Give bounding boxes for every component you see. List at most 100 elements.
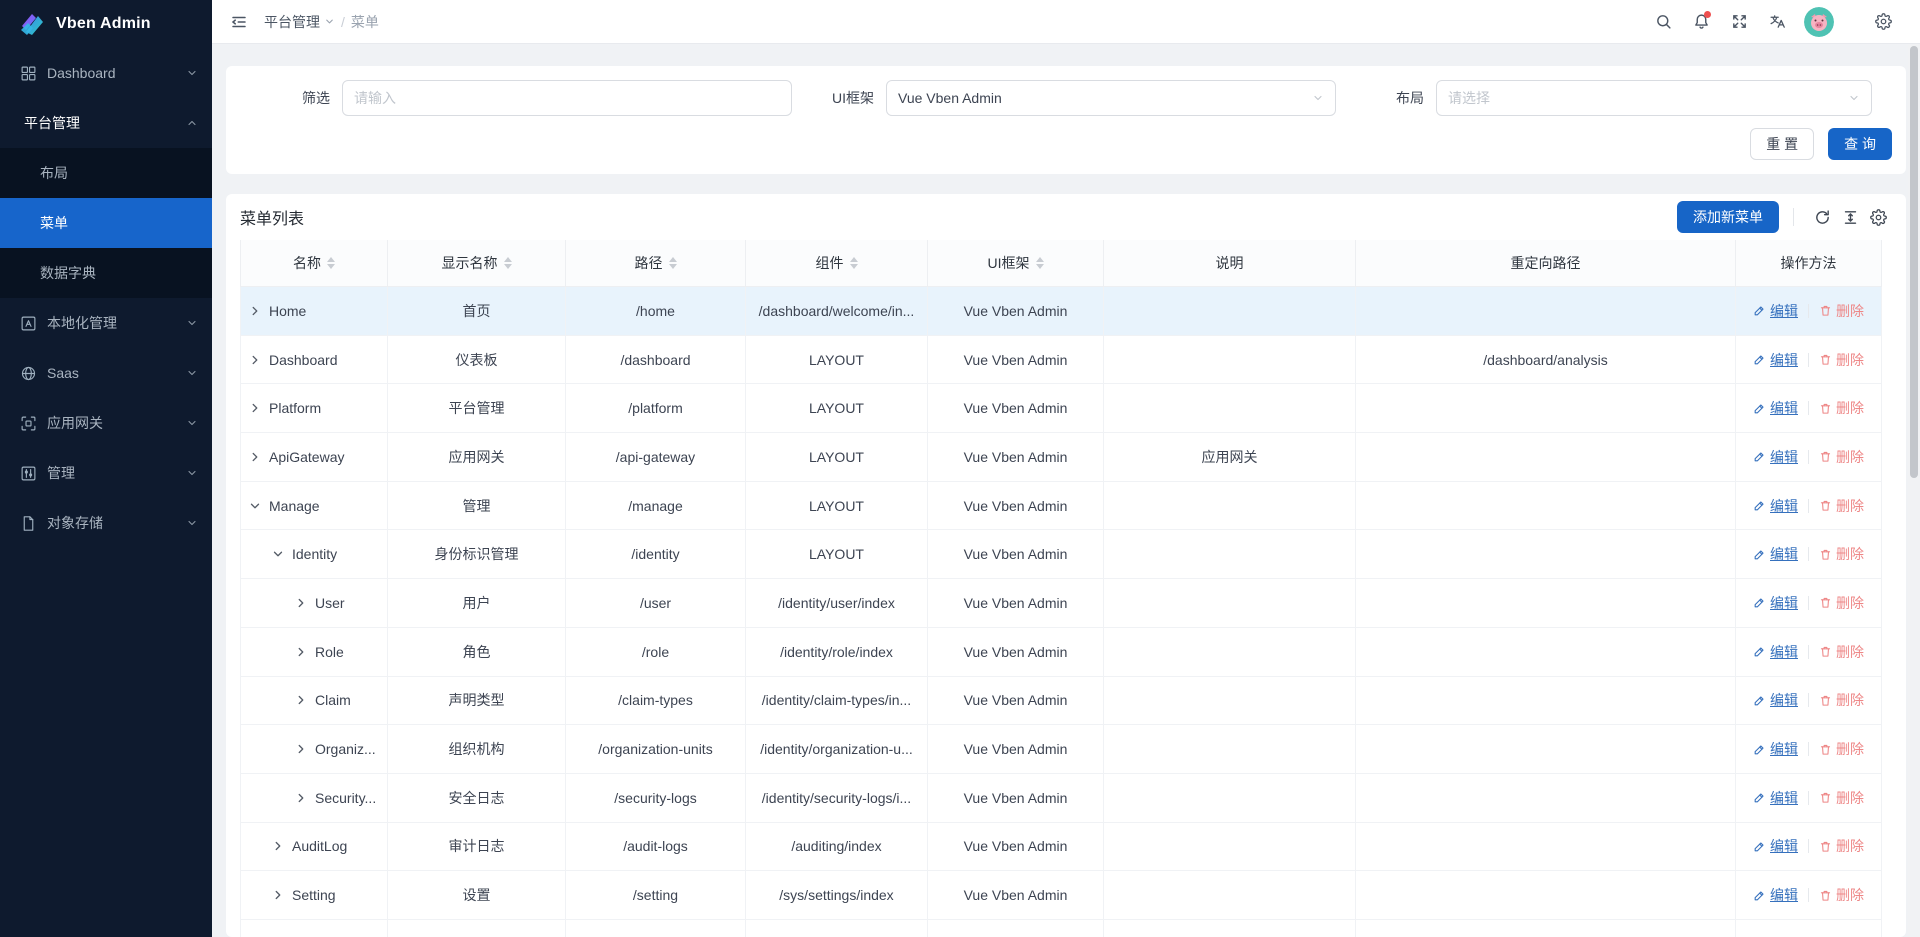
logo[interactable]: Vben Admin [0,0,212,48]
sort-icon[interactable] [1036,257,1044,269]
table-row[interactable]: Setting设置/setting/sys/settings/indexVue … [240,871,1892,920]
bell-icon[interactable] [1684,5,1718,39]
edit-button[interactable]: 编辑 [1753,350,1798,370]
table-row[interactable]: Security...安全日志/security-logs/identity/s… [240,774,1892,823]
delete-button[interactable]: 删除 [1819,398,1864,418]
table-row[interactable]: Platform平台管理/platformLAYOUTVue Vben Admi… [240,384,1892,433]
collapse-row-icon[interactable] [272,548,284,560]
filter-framework-select[interactable]: Vue Vben Admin [886,80,1336,116]
edit-button[interactable]: 编辑 [1753,544,1798,564]
delete-button[interactable]: 删除 [1819,544,1864,564]
delete-button[interactable]: 删除 [1819,788,1864,808]
table-row[interactable]: User用户/user/identity/user/indexVue Vben … [240,579,1892,628]
edit-button[interactable]: 编辑 [1753,836,1798,856]
delete-button[interactable]: 删除 [1819,447,1864,467]
refresh-icon[interactable] [1808,203,1836,231]
expand-row-icon[interactable] [249,402,261,414]
delete-button[interactable]: 删除 [1819,739,1864,759]
filter-layout-select[interactable]: 请选择 [1436,80,1872,116]
expand-row-icon[interactable] [295,597,307,609]
column-settings-icon[interactable] [1864,203,1892,231]
table-row[interactable]: Identity身份标识管理/identityLAYOUTVue Vben Ad… [240,530,1892,579]
column-header-组件[interactable]: 组件 [746,240,928,287]
search-button[interactable]: 查 询 [1828,128,1892,160]
filter-keyword-input[interactable] [342,80,792,116]
table-row[interactable] [240,920,1892,937]
add-menu-button[interactable]: 添加新菜单 [1677,201,1779,233]
expand-row-icon[interactable] [249,305,261,317]
column-header-UI框架[interactable]: UI框架 [928,240,1104,287]
expand-row-icon[interactable] [295,743,307,755]
sidebar-item-Saas[interactable]: Saas [0,348,212,398]
column-header-显示名称[interactable]: 显示名称 [388,240,566,287]
table-row[interactable]: Home首页/home/dashboard/welcome/in...Vue V… [240,287,1892,336]
keyword-input[interactable] [354,90,780,106]
sidebar-item-本地化管理[interactable]: 本地化管理 [0,298,212,348]
translate-icon[interactable] [1760,5,1794,39]
breadcrumb-parent[interactable]: 平台管理 [264,12,335,32]
table-row[interactable]: Claim声明类型/claim-types/identity/claim-typ… [240,677,1892,726]
expand-row-icon[interactable] [272,889,284,901]
sidebar-item-数据字典[interactable]: 数据字典 [0,248,212,298]
delete-button[interactable]: 删除 [1819,350,1864,370]
edit-button[interactable]: 编辑 [1753,593,1798,613]
expand-row-icon[interactable] [295,694,307,706]
sidebar-item-应用网关[interactable]: 应用网关 [0,398,212,448]
edit-button[interactable]: 编辑 [1753,496,1798,516]
delete-button[interactable]: 删除 [1819,642,1864,662]
table-row[interactable]: AuditLog审计日志/audit-logs/auditing/indexVu… [240,823,1892,872]
display-name-cell-value: 角色 [463,642,491,662]
sidebar-item-布局[interactable]: 布局 [0,148,212,198]
sort-icon[interactable] [504,257,512,269]
expand-row-icon[interactable] [295,792,307,804]
panel-title: 菜单列表 [240,205,304,229]
edit-button[interactable]: 编辑 [1753,398,1798,418]
sidebar-item-平台管理[interactable]: 平台管理 [0,98,212,148]
path-cell: /organization-units [566,725,746,774]
expand-row-icon[interactable] [249,354,261,366]
sidebar-item-菜单[interactable]: 菜单 [0,198,212,248]
edit-button[interactable]: 编辑 [1753,642,1798,662]
edit-button[interactable]: 编辑 [1753,739,1798,759]
sidebar-collapse-icon[interactable] [222,5,256,39]
table-row[interactable]: Dashboard仪表板/dashboardLAYOUTVue Vben Adm… [240,336,1892,385]
vertical-scrollbar[interactable] [1908,44,1920,937]
expand-row-icon[interactable] [272,840,284,852]
reset-button[interactable]: 重 置 [1750,128,1814,160]
display-name-cell-value: 平台管理 [449,398,505,418]
edit-button[interactable]: 编辑 [1753,301,1798,321]
sidebar-item-管理[interactable]: 管理 [0,448,212,498]
table-row[interactable]: Manage管理/manageLAYOUTVue Vben Admin编辑删除 [240,482,1892,531]
expand-row-icon[interactable] [249,451,261,463]
delete-button[interactable]: 删除 [1819,885,1864,905]
collapse-row-icon[interactable] [249,500,261,512]
edit-button[interactable]: 编辑 [1753,788,1798,808]
sidebar-item-Dashboard[interactable]: Dashboard [0,48,212,98]
expand-row-icon[interactable] [295,646,307,658]
delete-button[interactable]: 删除 [1819,836,1864,856]
column-header-名称[interactable]: 名称 [240,240,388,287]
sort-icon[interactable] [669,257,677,269]
edit-button[interactable]: 编辑 [1753,690,1798,710]
sort-icon[interactable] [327,257,335,269]
framework-cell-value: Vue Vben Admin [964,449,1068,465]
edit-button[interactable]: 编辑 [1753,447,1798,467]
table-row[interactable]: Role角色/role/identity/role/indexVue Vben … [240,628,1892,677]
sidebar-item-对象存储[interactable]: 对象存储 [0,498,212,548]
search-icon[interactable] [1646,5,1680,39]
scrollbar-thumb[interactable] [1910,46,1918,478]
table-row[interactable]: Organiz...组织机构/organization-units/identi… [240,725,1892,774]
avatar[interactable] [1804,7,1834,37]
settings-icon[interactable] [1866,5,1900,39]
row-height-icon[interactable] [1836,203,1864,231]
sort-icon[interactable] [850,257,858,269]
fullscreen-icon[interactable] [1722,5,1756,39]
delete-button[interactable]: 删除 [1819,690,1864,710]
edit-button[interactable]: 编辑 [1753,885,1798,905]
operations-cell: 编辑 删除 [1736,287,1882,336]
delete-button[interactable]: 删除 [1819,593,1864,613]
delete-button[interactable]: 删除 [1819,301,1864,321]
table-row[interactable]: ApiGateway应用网关/api-gatewayLAYOUTVue Vben… [240,433,1892,482]
column-header-路径[interactable]: 路径 [566,240,746,287]
delete-button[interactable]: 删除 [1819,496,1864,516]
